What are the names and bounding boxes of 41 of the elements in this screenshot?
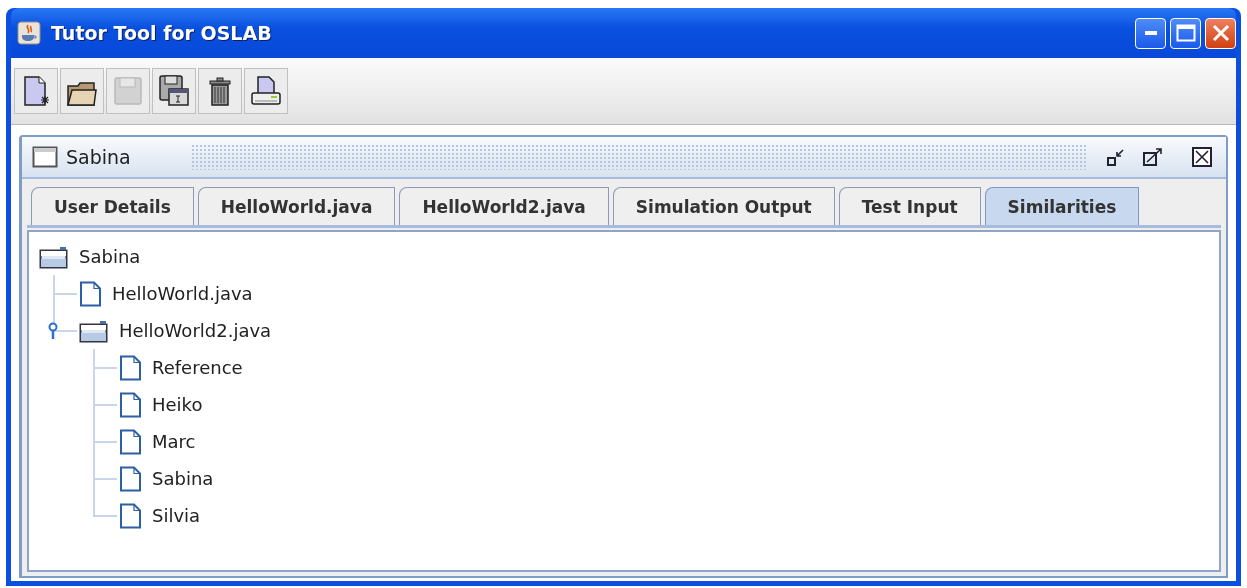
window-icon <box>32 146 58 168</box>
tree-item[interactable]: Silvia <box>152 505 201 526</box>
toolbar-button[interactable] <box>198 68 242 114</box>
tab[interactable]: User Details <box>31 187 194 225</box>
file-icon <box>119 391 142 418</box>
minimize-button[interactable] <box>1135 17 1166 49</box>
file-icon <box>119 354 142 381</box>
close-icon <box>1192 147 1212 167</box>
file-icon <box>119 465 142 492</box>
minimize-icon <box>1106 147 1126 167</box>
close-icon <box>1211 24 1230 42</box>
tree-item[interactable]: Sabina <box>79 246 141 267</box>
floppy-disk-icon <box>157 74 191 108</box>
tab[interactable]: Similarities <box>984 187 1140 225</box>
tab[interactable]: Test Input <box>838 187 981 225</box>
coffee-cup-icon <box>17 21 41 45</box>
tree-item[interactable]: Sabina <box>152 468 214 489</box>
tab[interactable]: HelloWorld2.java <box>399 187 609 225</box>
printer-icon <box>249 74 283 108</box>
toolbar-button[interactable] <box>14 68 58 114</box>
expanded-handle-icon[interactable] <box>47 322 59 340</box>
tree-item[interactable]: Marc <box>152 431 196 452</box>
file-icon <box>119 428 142 455</box>
window-title: Tutor Tool for OSLAB <box>51 22 273 44</box>
toolbar-button[interactable] <box>60 68 104 114</box>
file-icon <box>79 280 102 307</box>
maximize-icon <box>1142 147 1164 167</box>
tree-item[interactable]: Heiko <box>152 394 203 415</box>
toolbar-button[interactable] <box>152 68 196 114</box>
folder-icon <box>79 318 109 343</box>
tree-item[interactable]: Reference <box>152 357 243 378</box>
tab[interactable]: HelloWorld.java <box>197 187 396 225</box>
tree-item[interactable]: HelloWorld.java <box>112 283 253 304</box>
minimize-icon <box>1144 31 1157 35</box>
tree-item[interactable]: HelloWorld2.java <box>119 320 272 341</box>
file-icon <box>119 502 142 529</box>
folder-icon <box>39 244 69 269</box>
frame-title: Sabina <box>66 146 131 168</box>
maximize-icon <box>1175 24 1196 42</box>
toolbar-button[interactable] <box>244 68 288 114</box>
tab[interactable]: Simulation Output <box>612 187 835 225</box>
